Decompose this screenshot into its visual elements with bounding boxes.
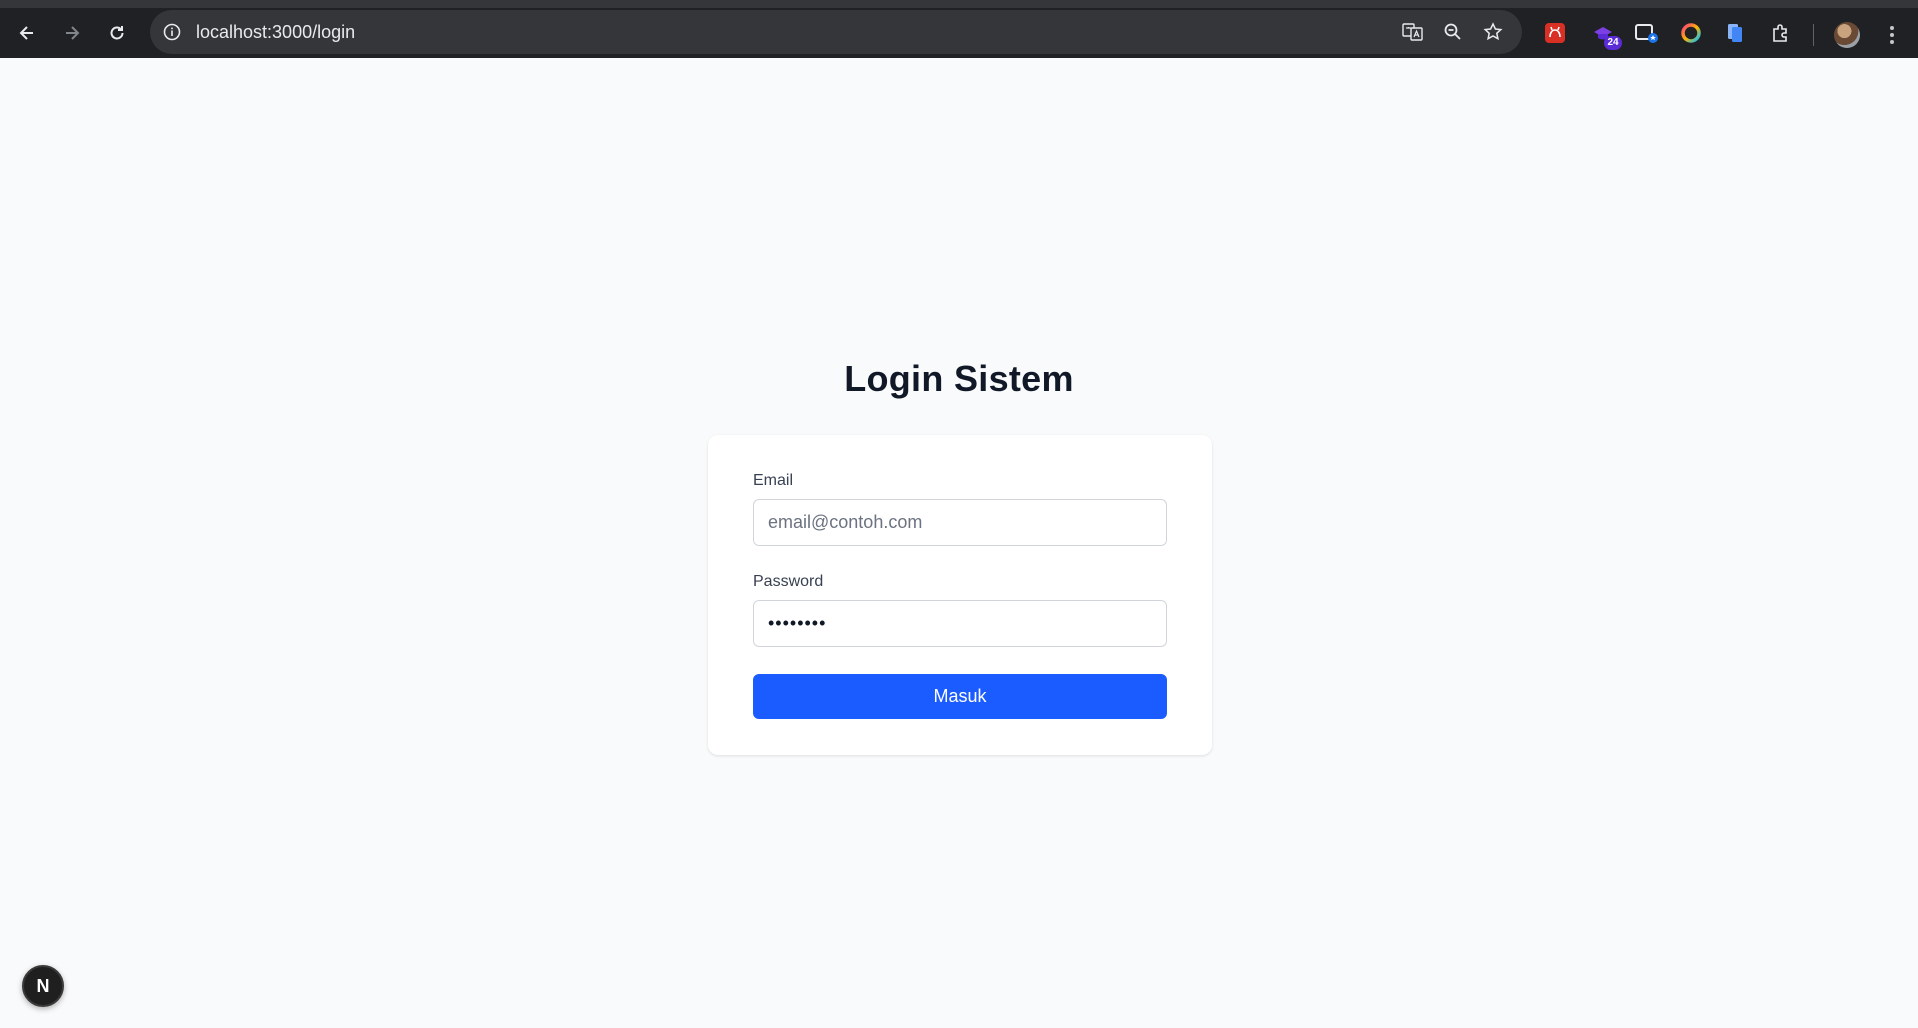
extension-docs-icon[interactable] bbox=[1722, 20, 1748, 46]
page-title: Login Sistem bbox=[844, 358, 1074, 399]
bookmark-star-icon[interactable] bbox=[1480, 20, 1506, 44]
email-label: Email bbox=[753, 472, 794, 489]
arrow-left-icon bbox=[19, 26, 33, 40]
login-button[interactable]: Masuk bbox=[753, 674, 1167, 719]
login-form: Email Password Masuk bbox=[708, 435, 1212, 755]
extension-window-icon[interactable] bbox=[1634, 20, 1660, 46]
translate-icon[interactable] bbox=[1400, 20, 1426, 44]
extension-badge: 24 bbox=[1604, 36, 1622, 50]
extension-hat-icon[interactable]: 24 bbox=[1590, 20, 1622, 50]
extensions-puzzle-icon[interactable] bbox=[1768, 20, 1794, 46]
nextjs-dev-indicator[interactable]: N bbox=[22, 965, 64, 1007]
arrow-right-icon bbox=[66, 26, 80, 40]
profile-avatar[interactable] bbox=[1834, 22, 1860, 48]
back-button[interactable] bbox=[10, 16, 44, 50]
site-info-icon[interactable] bbox=[160, 20, 184, 44]
password-label: Password bbox=[753, 573, 824, 590]
reload-button[interactable] bbox=[100, 16, 134, 50]
email-input[interactable] bbox=[753, 499, 1167, 546]
extension-ring-icon[interactable] bbox=[1678, 20, 1704, 46]
password-input[interactable] bbox=[753, 600, 1167, 647]
forward-button[interactable] bbox=[55, 16, 89, 50]
toolbar-divider bbox=[1813, 24, 1814, 46]
address-bar[interactable]: localhost:3000/login bbox=[150, 10, 1522, 54]
reload-icon bbox=[110, 26, 124, 40]
extension-red-icon[interactable] bbox=[1542, 20, 1568, 46]
url-text: localhost:3000/login bbox=[196, 22, 356, 42]
browser-menu-icon[interactable] bbox=[1882, 22, 1902, 48]
zoom-icon[interactable] bbox=[1440, 20, 1466, 44]
browser-toolbar: localhost:3000/login 24 bbox=[0, 0, 1918, 58]
